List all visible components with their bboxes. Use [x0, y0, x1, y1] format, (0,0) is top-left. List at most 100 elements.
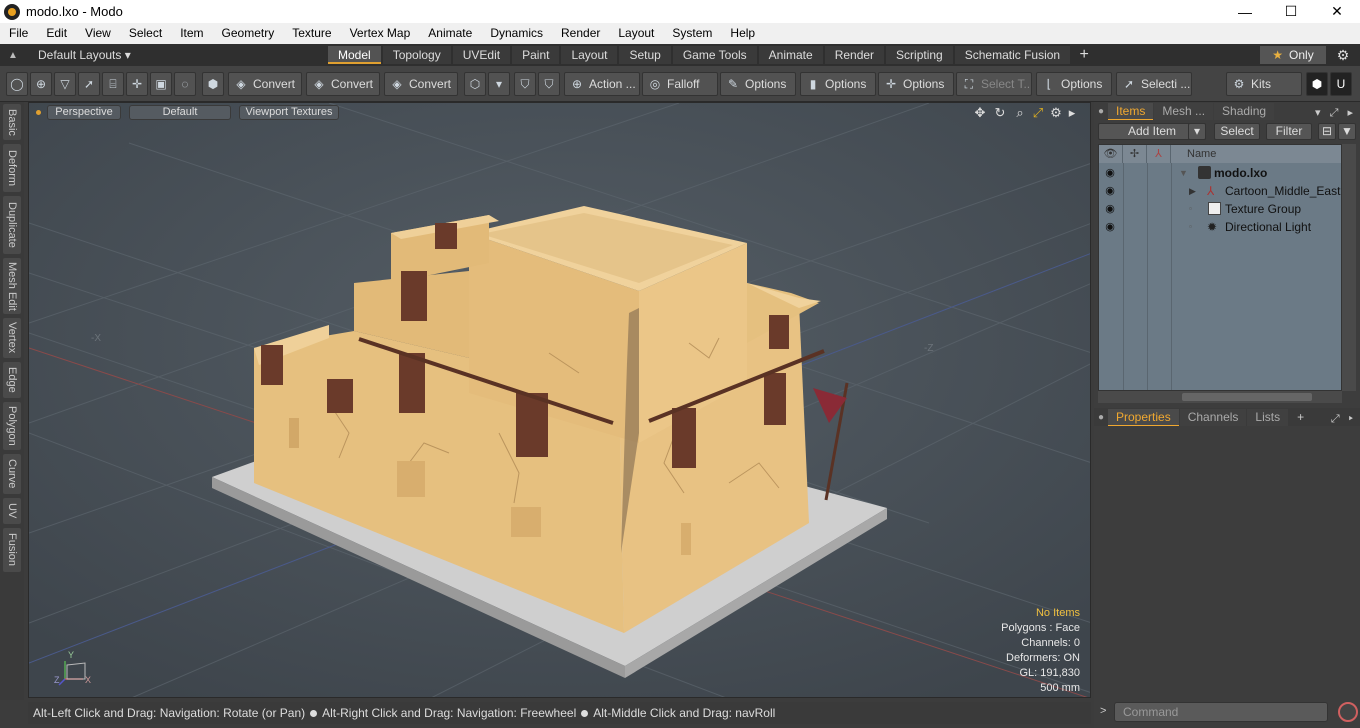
symmetry-button[interactable]: ⛉ [514, 72, 536, 96]
unreal-button[interactable]: U [1330, 72, 1352, 96]
rotate-icon[interactable]: ↻ [992, 105, 1008, 121]
item-mode-button[interactable]: ➚ [78, 72, 100, 96]
command-history-arrow[interactable]: > [1100, 705, 1106, 717]
viewport-expand-icon[interactable]: ▸ [1064, 105, 1080, 121]
zoom-icon[interactable]: ⌕ [1012, 105, 1028, 121]
tab-game-tools[interactable]: Game Tools [672, 46, 757, 64]
vtab-uv[interactable]: UV [3, 498, 21, 524]
pan-icon[interactable]: ✥ [972, 105, 988, 121]
visibility-column-icon[interactable]: 👁 [1099, 145, 1123, 163]
panel-options-icon[interactable]: ⤢ ▸ [1331, 413, 1360, 426]
select-button[interactable]: Select [1214, 123, 1260, 140]
panel-options-icon[interactable]: ▾ ⤢ ▸ [1315, 106, 1360, 120]
vtab-deform[interactable]: Deform [3, 144, 21, 192]
convert-button-1[interactable]: ◈ Convert [228, 72, 302, 96]
only-toggle-button[interactable]: ★ Only [1260, 46, 1326, 64]
tab-mesh[interactable]: Mesh ... [1154, 103, 1214, 120]
menu-render[interactable]: Render [552, 23, 609, 44]
items-vertical-scrollbar[interactable] [1342, 144, 1356, 391]
tab-setup[interactable]: Setup [619, 46, 671, 64]
options-button-1[interactable]: ✎ Options [720, 72, 796, 96]
tab-model[interactable]: Model [328, 46, 381, 64]
shading-dropdown[interactable]: Default [129, 105, 231, 120]
list-item[interactable]: ◉ ▼ modo.lxo [1099, 164, 1341, 182]
vtab-vertex[interactable]: Vertex [3, 318, 21, 358]
pivot-mode-button[interactable]: ⌸ [102, 72, 124, 96]
options-button-4[interactable]: ⌊ Options [1036, 72, 1112, 96]
minimize-button[interactable]: — [1222, 0, 1268, 23]
list-item[interactable]: ◉ ▫ ✹ Directional Light [1099, 218, 1341, 236]
viewport-textures-dropdown[interactable]: Viewport Textures [239, 105, 339, 120]
cube-dropdown-button[interactable]: ▾ [488, 72, 510, 96]
list-item[interactable]: ◉ ▫ Texture Group [1099, 200, 1341, 218]
options-button-3[interactable]: ✛ Options [878, 72, 954, 96]
perspective-dropdown[interactable]: Perspective [47, 105, 121, 120]
tab-lists[interactable]: Lists [1247, 409, 1289, 426]
polygon-mode-button[interactable]: ▽ [54, 72, 76, 96]
tab-uvedit[interactable]: UVEdit [452, 46, 511, 64]
add-item-dropdown[interactable]: ▾ [1188, 123, 1206, 140]
menu-edit[interactable]: Edit [37, 23, 76, 44]
center-mode-button[interactable]: ✛ [126, 72, 148, 96]
tab-animate[interactable]: Animate [758, 46, 823, 64]
tab-shading[interactable]: Shading [1214, 103, 1275, 120]
3d-viewport[interactable]: Perspective Default Viewport Textures ✥ … [28, 102, 1091, 698]
vtab-basic[interactable]: Basic [3, 104, 21, 140]
panel-dot-icon[interactable]: ● [1094, 409, 1108, 426]
viewport-gear-icon[interactable]: ⚙ [1048, 105, 1064, 121]
unity-button[interactable]: ⬢ [1306, 72, 1328, 96]
eye-icon[interactable]: ◉ [1103, 182, 1117, 200]
material-mode-button[interactable]: ▣ [150, 72, 172, 96]
tab-scripting[interactable]: Scripting [886, 46, 953, 64]
tab-channels[interactable]: Channels [1179, 409, 1247, 426]
menu-dynamics[interactable]: Dynamics [481, 23, 552, 44]
menu-texture[interactable]: Texture [283, 23, 340, 44]
funnel-icon[interactable]: ▼ [1338, 123, 1356, 140]
action-center-button[interactable]: ⊕ Action ... [564, 72, 640, 96]
tab-layout[interactable]: Layout [561, 46, 618, 64]
panel-dot-icon[interactable]: ● [1094, 103, 1108, 120]
eye-icon[interactable]: ◉ [1103, 164, 1117, 182]
collapse-icon[interactable]: ⊟ [1318, 123, 1336, 140]
menu-file[interactable]: File [0, 23, 37, 44]
edge-mode-button[interactable]: ⊕ [30, 72, 52, 96]
add-panel-tab-button[interactable]: + [1289, 409, 1312, 426]
items-horizontal-scrollbar[interactable] [1098, 391, 1342, 403]
shield-mode-button[interactable]: ⬢ [202, 72, 224, 96]
scrollbar-thumb[interactable] [1182, 393, 1312, 401]
layout-collapse-icon[interactable]: ▲ [8, 50, 24, 61]
close-button[interactable]: ✕ [1314, 0, 1360, 23]
select-through-button[interactable]: ⛶ Select T... [956, 72, 1032, 96]
filter-button[interactable]: Filter [1266, 123, 1312, 140]
tab-paint[interactable]: Paint [512, 46, 560, 64]
kits-button[interactable]: ⚙ Kits [1226, 72, 1302, 96]
expand-arrow-icon[interactable]: ▶ [1189, 182, 1196, 200]
menu-animate[interactable]: Animate [419, 23, 481, 44]
menu-geometry[interactable]: Geometry [213, 23, 284, 44]
command-input[interactable]: Command [1114, 702, 1328, 722]
type-column-icon[interactable]: ⅄ [1147, 145, 1171, 163]
vtab-polygon[interactable]: Polygon [3, 402, 21, 450]
menu-view[interactable]: View [76, 23, 120, 44]
falloff-button[interactable]: ◎ Falloff [642, 72, 718, 96]
workplane-button[interactable]: ⛉ [538, 72, 560, 96]
gear-icon[interactable]: ⚙ [1334, 46, 1352, 64]
expand-arrow-icon[interactable]: ▼ [1179, 164, 1188, 182]
selection-button[interactable]: ➚ Selecti ... [1116, 72, 1192, 96]
menu-help[interactable]: Help [721, 23, 764, 44]
menu-layout[interactable]: Layout [609, 23, 663, 44]
tab-properties[interactable]: Properties [1108, 409, 1179, 426]
tab-render[interactable]: Render [824, 46, 885, 64]
auto-select-button[interactable]: ◌ [174, 72, 196, 96]
options-button-2[interactable]: ▮ Options [800, 72, 876, 96]
tab-items[interactable]: Items [1108, 103, 1154, 120]
vtab-fusion[interactable]: Fusion [3, 528, 21, 572]
eye-icon[interactable]: ◉ [1103, 218, 1117, 236]
eye-icon[interactable]: ◉ [1103, 200, 1117, 218]
list-item[interactable]: ◉ ▶ ⅄ Cartoon_Middle_East... [1099, 182, 1341, 200]
vtab-curve[interactable]: Curve [3, 454, 21, 494]
fit-icon[interactable]: ⤢ [1030, 105, 1046, 121]
vtab-duplicate[interactable]: Duplicate [3, 196, 21, 254]
menu-system[interactable]: System [663, 23, 721, 44]
maximize-button[interactable]: ☐ [1268, 0, 1314, 23]
